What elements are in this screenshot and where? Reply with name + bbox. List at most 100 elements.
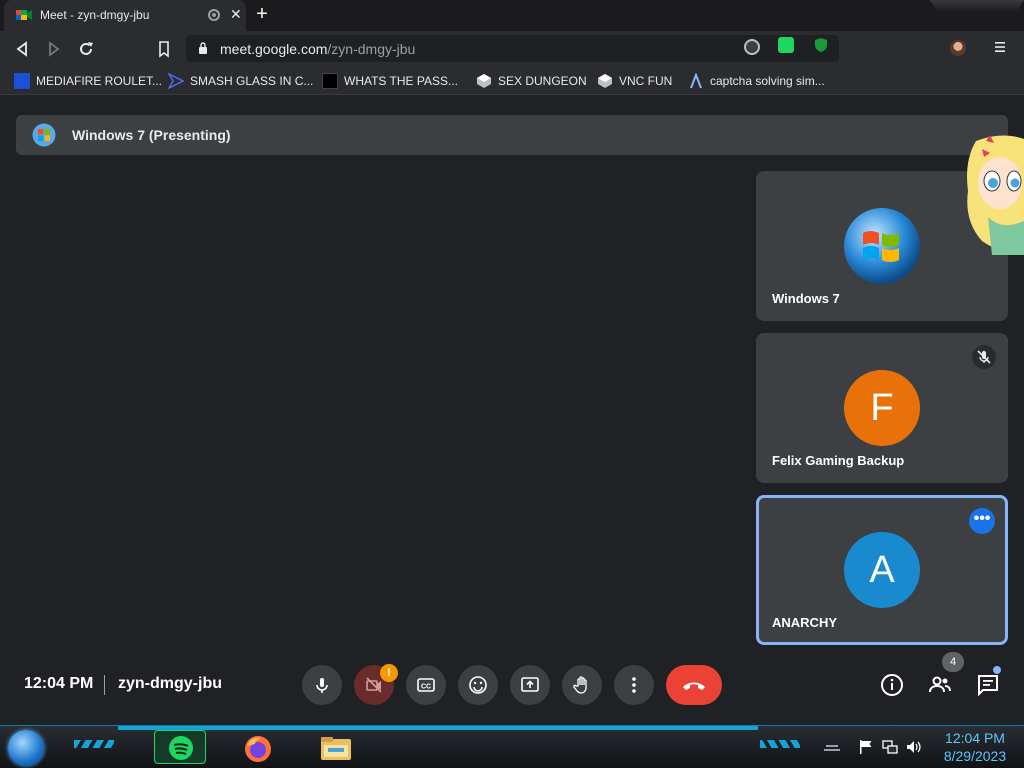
bookmarks-bar: MEDIAFIRE ROULET... SMASH GLASS IN C... …	[0, 66, 1024, 95]
more-options-button[interactable]	[614, 665, 654, 705]
chat-notification-dot	[993, 666, 1001, 674]
recording-indicator-icon	[208, 9, 220, 21]
cube-icon	[598, 74, 612, 88]
url-text: meet.google.com/zyn-dmgy-jbu	[220, 41, 415, 57]
more-vert-icon	[632, 677, 636, 693]
svg-text:CC: CC	[421, 684, 431, 691]
participant-avatar: F	[844, 370, 920, 446]
browser-tab[interactable]: Meet - zyn-dmgy-jbu ✕	[4, 0, 246, 31]
back-icon[interactable]	[12, 39, 32, 59]
presentation-banner[interactable]: Windows 7 (Presenting)	[16, 115, 1008, 155]
taskbar-spotify[interactable]	[154, 730, 206, 764]
lambda-icon	[690, 73, 702, 89]
bookmark-label: MEDIAFIRE ROULET...	[36, 74, 163, 88]
reactions-button[interactable]	[458, 665, 498, 705]
spotify-icon	[169, 736, 193, 760]
taskbar-decoration	[760, 740, 800, 748]
cube-icon	[477, 74, 491, 88]
volume-icon[interactable]	[906, 740, 922, 754]
mediafire-icon	[14, 73, 30, 89]
system-date: 8/29/2023	[943, 748, 1007, 764]
participant-name: Felix Gaming Backup	[772, 453, 905, 468]
presenting-label: Windows 7 (Presenting)	[72, 127, 231, 143]
forward-icon[interactable]	[44, 39, 64, 59]
meeting-code: zyn-dmgy-jbu	[118, 675, 222, 692]
bookmark-mediafire[interactable]: MEDIAFIRE ROULET...	[14, 71, 162, 91]
participant-name: Windows 7	[772, 291, 840, 306]
windows-logo-icon	[32, 123, 56, 147]
present-screen-icon	[521, 677, 539, 692]
participant-tile-active[interactable]: ••• A ANARCHY	[756, 495, 1008, 645]
hang-up-icon	[683, 682, 705, 690]
firefox-icon	[245, 736, 271, 762]
folder-icon	[321, 737, 351, 760]
new-tab-button[interactable]: +	[252, 4, 272, 25]
hand-icon	[573, 676, 587, 694]
microphone-icon	[316, 678, 328, 693]
captions-button[interactable]: CC	[406, 665, 446, 705]
bookmark-sex-dungeon[interactable]: SEX DUNGEON	[476, 71, 587, 91]
tab-title: Meet - zyn-dmgy-jbu	[40, 8, 150, 22]
network-icon[interactable]	[882, 740, 898, 754]
taskbar-decoration	[118, 726, 758, 730]
lock-icon[interactable]	[198, 42, 208, 54]
cartoon-sticker-overlay	[967, 135, 1024, 255]
reload-icon[interactable]	[76, 39, 96, 59]
start-button[interactable]	[8, 730, 44, 766]
browser-menu-icon[interactable]	[994, 40, 1006, 54]
bookmark-captcha[interactable]: captcha solving sim...	[688, 71, 825, 91]
bookmark-label: SMASH GLASS IN C...	[190, 74, 314, 88]
footer-divider	[104, 675, 105, 695]
url-host: meet.google.com	[220, 41, 328, 57]
participant-count-badge: 4	[942, 652, 964, 672]
extension-shield-icon[interactable]	[813, 37, 829, 53]
browser-tab-strip: Meet - zyn-dmgy-jbu ✕ +	[0, 0, 1024, 31]
address-bar[interactable]: meet.google.com/zyn-dmgy-jbu	[186, 35, 839, 62]
taskbar-firefox[interactable]	[232, 730, 284, 764]
chevron-logo-icon	[168, 73, 184, 89]
system-clock[interactable]: 12:04 PM 8/29/2023	[930, 729, 1020, 765]
emoji-icon	[469, 676, 487, 694]
mic-muted-icon	[972, 345, 996, 369]
participant-tile[interactable]: F Felix Gaming Backup	[756, 333, 1008, 483]
url-path: /zyn-dmgy-jbu	[327, 41, 416, 57]
theme-decoration	[930, 0, 1024, 12]
camera-warning-badge: !	[380, 664, 398, 682]
present-screen-button[interactable]	[510, 665, 550, 705]
leave-call-button[interactable]	[666, 665, 722, 705]
meet-main: Windows 7 (Presenting) Windows 7 F Felix…	[0, 95, 1024, 725]
bookmark-label: VNC FUN	[619, 74, 673, 88]
bookmark-label: WHATS THE PASS...	[344, 74, 459, 88]
people-icon[interactable]	[928, 673, 952, 697]
google-meet-icon	[16, 10, 32, 20]
bookmark-label: SEX DUNGEON	[498, 74, 587, 88]
site-icon	[322, 73, 338, 89]
windows-logo-icon	[844, 208, 920, 284]
bookmark-smash-glass[interactable]: SMASH GLASS IN C...	[168, 71, 313, 91]
browser-toolbar: meet.google.com/zyn-dmgy-jbu	[0, 31, 1024, 80]
extension-media-icon[interactable]	[744, 39, 760, 55]
more-options-icon[interactable]: •••	[969, 508, 995, 534]
system-time: 12:04 PM	[945, 730, 1005, 746]
os-taskbar: 12:04 PM 8/29/2023	[0, 725, 1024, 768]
close-tab-icon[interactable]: ✕	[230, 6, 242, 22]
captions-icon: CC	[417, 678, 435, 692]
meeting-clock: 12:04 PM	[24, 675, 94, 692]
show-hidden-icons-icon[interactable]	[824, 740, 840, 754]
chat-icon[interactable]	[976, 673, 1000, 697]
bookmark-vnc-fun[interactable]: VNC FUN	[597, 71, 672, 91]
action-center-flag-icon[interactable]	[858, 740, 874, 754]
participant-name: ANARCHY	[772, 615, 837, 630]
bookmark-icon[interactable]	[154, 39, 174, 59]
screen: Meet - zyn-dmgy-jbu ✕ + meet.google.com/…	[0, 0, 1024, 768]
bookmark-label: captcha solving sim...	[710, 74, 825, 88]
profile-avatar[interactable]	[950, 40, 966, 56]
extension-spotify-icon[interactable]	[778, 37, 794, 53]
participant-avatar: A	[844, 532, 920, 608]
taskbar-file-explorer[interactable]	[310, 730, 362, 764]
bookmark-whats-the-pass[interactable]: WHATS THE PASS...	[322, 71, 458, 91]
meeting-info-icon[interactable]	[880, 673, 904, 697]
microphone-button[interactable]	[302, 665, 342, 705]
raise-hand-button[interactable]	[562, 665, 602, 705]
taskbar-decoration	[74, 740, 114, 748]
